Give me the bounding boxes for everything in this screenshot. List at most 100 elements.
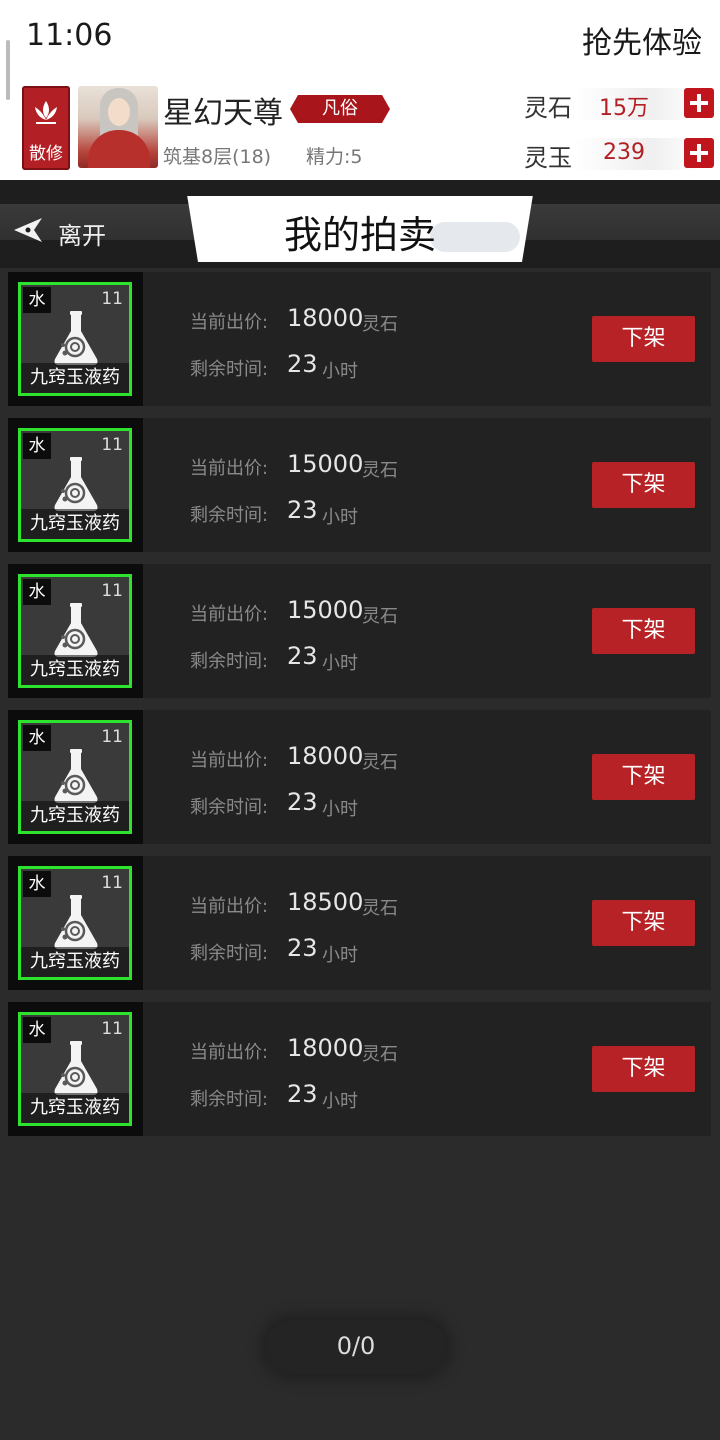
price-value: 18000 [287,1034,364,1062]
item-slot: 水 11 九窍玉液药 [18,428,132,542]
currency-value: 239 [603,140,645,165]
item-frame[interactable]: 水 11 九窍玉液药 [8,272,143,406]
delist-button[interactable]: 下架 [592,462,695,508]
item-slot: 水 11 九窍玉液药 [18,282,132,396]
delist-button[interactable]: 下架 [592,1046,695,1092]
item-element-tag: 水 [23,287,51,313]
time-remaining-label: 剩余时间: [190,359,269,380]
price-value: 18000 [287,742,364,770]
auction-item-row: 水 11 九窍玉液药 当前出价: 18000 灵石 剩余时间: 23 小时 下架 [8,1002,711,1136]
price-label: 当前出价: [190,750,269,771]
time-unit: 小时 [322,653,358,674]
price-unit: 灵石 [362,460,398,481]
delist-button[interactable]: 下架 [592,316,695,362]
item-element-tag: 水 [23,579,51,605]
currency-label: 灵石 [524,94,572,122]
price-unit: 灵石 [362,606,398,627]
back-label: 离开 [58,222,106,250]
time-remaining-label: 剩余时间: [190,651,269,672]
item-frame[interactable]: 水 11 九窍玉液药 [8,710,143,844]
potion-bottle-icon [54,1041,98,1095]
price-value: 15000 [287,596,364,624]
item-name: 九窍玉液药 [21,655,129,685]
item-slot: 水 11 九窍玉液药 [18,1012,132,1126]
time-remaining-label: 剩余时间: [190,1089,269,1110]
sect-badge[interactable]: 散修 [22,86,70,170]
potion-bottle-icon [54,749,98,803]
item-level: 11 [101,727,123,747]
item-frame[interactable]: 水 11 九窍玉液药 [8,418,143,552]
cultivation-realm: 筑基8层(18) [163,146,272,168]
add-spirit-stone-button[interactable] [684,88,714,118]
time-unit: 小时 [322,507,358,528]
add-spirit-jade-button[interactable] [684,138,714,168]
time-remaining-value: 23 [287,934,318,962]
time-unit: 小时 [322,1091,358,1112]
currency-label: 灵玉 [524,144,572,172]
item-element-tag: 水 [23,725,51,751]
back-arrow-icon [14,218,42,242]
time-remaining-value: 23 [287,642,318,670]
potion-bottle-icon [54,895,98,949]
time-remaining-value: 23 [287,788,318,816]
item-name: 九窍玉液药 [21,947,129,977]
price-label: 当前出价: [190,604,269,625]
early-access-label[interactable]: 抢先体验 [582,18,702,62]
back-button[interactable]: 离开 [0,206,170,256]
price-unit: 灵石 [362,898,398,919]
avatar[interactable] [78,86,158,168]
item-frame[interactable]: 水 11 九窍玉液药 [8,1002,143,1136]
pagination: 0/0 [266,1320,446,1374]
item-slot: 水 11 九窍玉液药 [18,720,132,834]
delist-button[interactable]: 下架 [592,608,695,654]
item-frame[interactable]: 水 11 九窍玉液药 [8,856,143,990]
auction-item-row: 水 11 九窍玉液药 当前出价: 15000 灵石 剩余时间: 23 小时 下架 [8,564,711,698]
item-element-tag: 水 [23,433,51,459]
edge-indicator [6,40,10,100]
price-value: 18500 [287,888,364,916]
player-name: 星幻天尊 [163,96,283,131]
price-unit: 灵石 [362,1044,398,1065]
time-unit: 小时 [322,361,358,382]
delist-button[interactable]: 下架 [592,900,695,946]
lotus-icon [35,101,57,124]
item-name: 九窍玉液药 [21,1093,129,1123]
auction-item-row: 水 11 九窍玉液药 当前出价: 18000 灵石 剩余时间: 23 小时 下架 [8,272,711,406]
price-label: 当前出价: [190,458,269,479]
item-frame[interactable]: 水 11 九窍玉液药 [8,564,143,698]
item-name: 九窍玉液药 [21,509,129,539]
price-value: 18000 [287,304,364,332]
price-label: 当前出价: [190,896,269,917]
page-title-plate: 我的拍卖 [187,196,533,262]
page-indicator: 0/0 [336,1332,376,1360]
currency-spirit-jade: 灵玉 239 [524,136,716,172]
auction-item-row: 水 11 九窍玉液药 当前出价: 18500 灵石 剩余时间: 23 小时 下架 [8,856,711,990]
time-remaining-value: 23 [287,350,318,378]
price-label: 当前出价: [190,312,269,333]
item-element-tag: 水 [23,871,51,897]
item-name: 九窍玉液药 [21,363,129,393]
time-remaining-label: 剩余时间: [190,943,269,964]
item-level: 11 [101,435,123,455]
time-remaining-value: 23 [287,1080,318,1108]
potion-bottle-icon [54,603,98,657]
energy-value: 精力:5 [306,146,363,168]
item-name: 九窍玉液药 [21,801,129,831]
top-panel: 11:06 抢先体验 散修 星幻天尊 凡俗 筑基8层(18) 精力:5 灵石 1… [0,0,720,180]
currency-spirit-stone: 灵石 15万 [524,86,716,122]
potion-bottle-icon [54,311,98,365]
item-level: 11 [101,581,123,601]
time-unit: 小时 [322,799,358,820]
item-level: 11 [101,1019,123,1039]
price-value: 15000 [287,450,364,478]
time-remaining-label: 剩余时间: [190,797,269,818]
delist-button[interactable]: 下架 [592,754,695,800]
currency-value: 15万 [599,96,649,121]
time-unit: 小时 [322,945,358,966]
item-element-tag: 水 [23,1017,51,1043]
rank-badge: 凡俗 [290,95,390,123]
item-level: 11 [101,873,123,893]
item-slot: 水 11 九窍玉液药 [18,574,132,688]
item-level: 11 [101,289,123,309]
price-label: 当前出价: [190,1042,269,1063]
